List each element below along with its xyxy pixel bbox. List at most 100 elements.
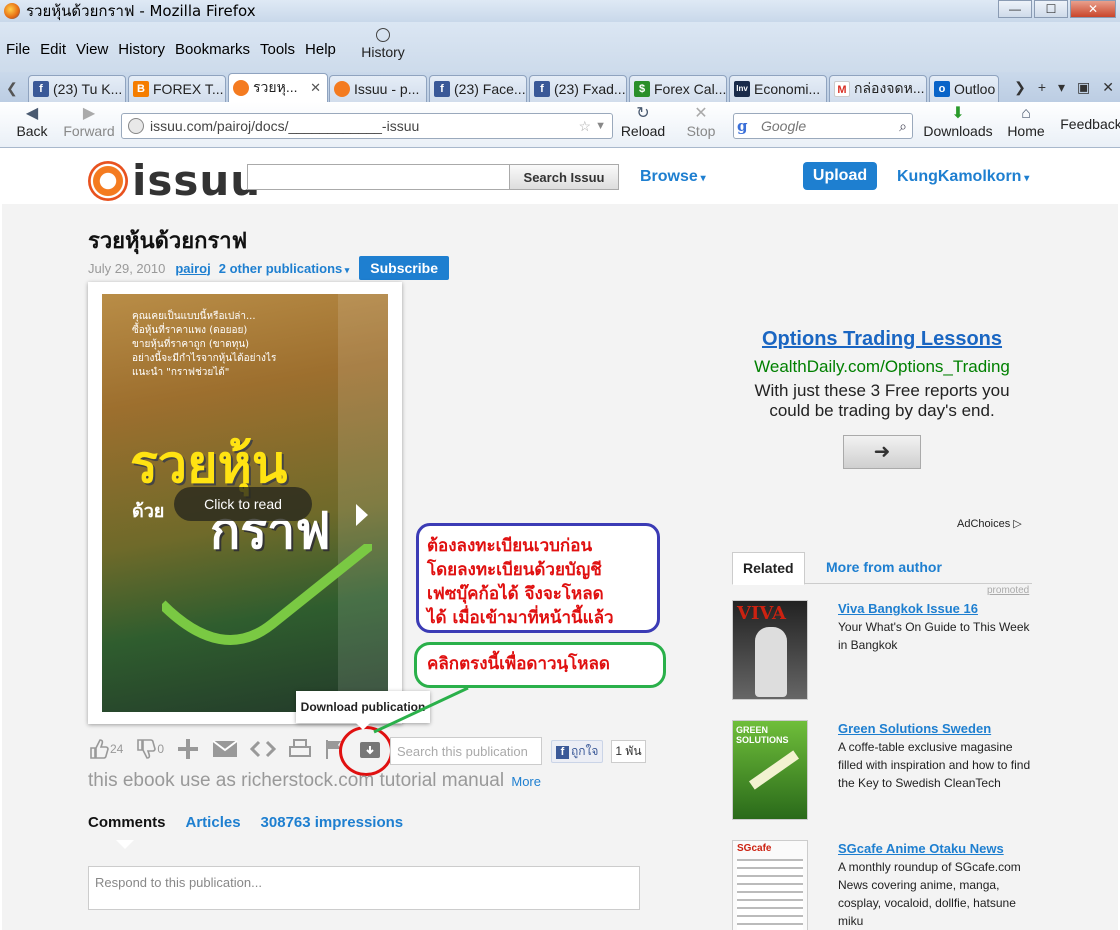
close-window-button[interactable]: ✕ [1070,0,1116,18]
click-to-read-button[interactable]: Click to read [174,487,312,521]
search-publication-input[interactable]: Search this publication [390,737,542,765]
browser-tab[interactable]: f (23) Face... [429,75,527,102]
browser-tab[interactable]: M กล่องจดห... [829,75,927,102]
next-page-icon[interactable] [356,504,368,526]
note-line: ได้ เมื่อเข้ามาที่หน้านี้แล้ว [427,608,614,628]
like-button[interactable]: 24 [88,738,123,760]
home-label: Home [1007,123,1045,139]
browser-tab-active[interactable]: รวยหุ... ✕ [228,73,328,102]
menu-help[interactable]: Help [305,41,336,58]
stop-button[interactable]: ✕ Stop [680,105,722,139]
tab-articles[interactable]: Articles [186,814,241,831]
related-title[interactable]: Green Solutions Sweden [838,720,1034,738]
tab-more-from-author[interactable]: More from author [816,552,952,585]
facebook-like-button[interactable]: f ถูกใจ [551,740,604,763]
dislike-button[interactable]: 0 [135,738,164,760]
web-search-box[interactable]: g Google ⌕ [733,113,913,139]
more-link[interactable]: More [511,774,541,789]
adchoices-link[interactable]: AdChoices ▷ [957,517,1022,530]
tab-scroll-left-icon[interactable]: ❮ [6,80,18,97]
forward-button[interactable]: ▶ Forward [60,105,118,139]
add-button[interactable] [176,737,200,761]
close-icon[interactable]: ✕ [1102,79,1114,96]
google-icon[interactable]: g [737,117,761,135]
user-menu[interactable]: KungKamolkorn ▾ [897,168,1029,186]
bookmark-star-icon[interactable]: ☆ [579,118,592,135]
browser-tab[interactable]: Inv Economi... [729,75,827,102]
menu-view[interactable]: View [76,41,108,58]
search-icon[interactable]: ⌕ [899,118,907,135]
subscribe-button[interactable]: Subscribe [359,256,449,280]
tab-label: Issuu - p... [354,81,420,97]
investing-icon: Inv [734,81,750,97]
web-search-placeholder[interactable]: Google [761,118,899,134]
browser-tab[interactable]: f (23) Tu K... [28,75,126,102]
tab-groups-icon[interactable]: ▣ [1077,79,1090,96]
note-line: โดยลงทะเบียนด้วยบัญชี [427,560,602,580]
embed-button[interactable] [250,739,277,759]
thumbs-up-icon [90,739,109,759]
feedback-button[interactable]: Feedback [1056,116,1120,132]
menu-tools[interactable]: Tools [260,41,295,58]
menu-bookmarks[interactable]: Bookmarks [175,41,250,58]
browser-tab[interactable]: f (23) Fxad... [529,75,627,102]
browse-menu[interactable]: Browse ▾ [640,168,706,186]
other-publications-link[interactable]: 2 other publications ▾ [219,261,350,276]
downloads-button[interactable]: ⬇ Downloads [918,105,998,139]
url-bar[interactable]: issuu.com/pairoj/docs/____________-issuu… [121,113,613,139]
thumbs-down-icon [137,739,157,759]
clock-icon [376,28,390,42]
promoted-label[interactable]: promoted [987,585,1029,596]
browser-tab[interactable]: B FOREX T... [128,75,226,102]
forward-arrow-icon: ▶ [82,105,96,122]
site-identity-icon[interactable] [128,118,144,134]
chevron-down-icon: ▾ [1021,173,1030,184]
browser-tab[interactable]: Issuu - p... [329,75,427,102]
facebook-like-count: 1 พัน [611,740,646,763]
related-thumbnail[interactable]: VIVA [732,600,808,700]
site-search-input[interactable] [247,164,509,190]
reload-label: Reload [620,123,666,139]
thumbnail-grid [737,859,803,930]
minimize-button[interactable]: — [998,0,1032,18]
related-title[interactable]: Viva Bangkok Issue 16 [838,600,1034,618]
upload-button[interactable]: Upload [803,162,877,190]
print-button[interactable] [288,738,312,760]
publication-viewer[interactable]: คุณเคยเป็นแบบนี้หรือเปล่า... ซื้อหุ้นที่… [88,282,402,724]
tab-scroll-right-icon[interactable]: ❯ [1014,79,1026,96]
tab-impressions[interactable]: 308763 impressions [261,814,404,831]
url-text[interactable]: issuu.com/pairoj/docs/____________-issuu [150,118,579,134]
home-button[interactable]: ⌂ Home [1004,105,1048,139]
menu-edit[interactable]: Edit [40,41,66,58]
ad-headline[interactable]: Options Trading Lessons [732,328,1032,351]
browser-tab[interactable]: o Outloo [929,75,999,102]
related-thumbnail[interactable]: SGcafe [732,840,808,930]
publication-description: this ebook use as richerstock.com tutori… [88,770,541,792]
share-email-button[interactable] [212,739,238,759]
home-icon: ⌂ [1021,105,1031,122]
menu-file[interactable]: File [6,41,30,58]
back-button[interactable]: ◀ Back [12,105,52,139]
tab-related[interactable]: Related [732,552,805,585]
blogger-icon: B [133,81,149,97]
menu-history[interactable]: History [118,41,165,58]
list-all-tabs-icon[interactable]: ▾ [1058,79,1065,96]
close-tab-icon[interactable]: ✕ [310,80,321,96]
tab-comments[interactable]: Comments [88,814,166,831]
history-toolbar-button[interactable]: History [358,28,408,60]
reload-icon: ↻ [636,105,650,122]
comment-input[interactable]: Respond to this publication... [88,866,640,910]
search-issuu-button[interactable]: Search Issuu [509,164,619,190]
related-tabs: Related More from author [732,552,1032,585]
maximize-button[interactable]: ☐ [1034,0,1068,18]
related-title[interactable]: SGcafe Anime Otaku News [838,840,1034,858]
browser-tab[interactable]: $ Forex Cal... [629,75,727,102]
author-link[interactable]: pairoj [175,261,210,276]
new-tab-icon[interactable]: + [1038,79,1046,96]
ad-go-button[interactable]: ➜ [843,435,921,469]
reload-button[interactable]: ↻ Reload [618,105,668,139]
ad-url[interactable]: WealthDaily.com/Options_Trading [732,357,1032,377]
related-thumbnail[interactable]: GREEN SOLUTIONS [732,720,808,820]
url-dropdown-icon[interactable]: ▼ [595,120,606,132]
related-desc: Your What's On Guide to This Week in Ban… [838,620,1030,652]
